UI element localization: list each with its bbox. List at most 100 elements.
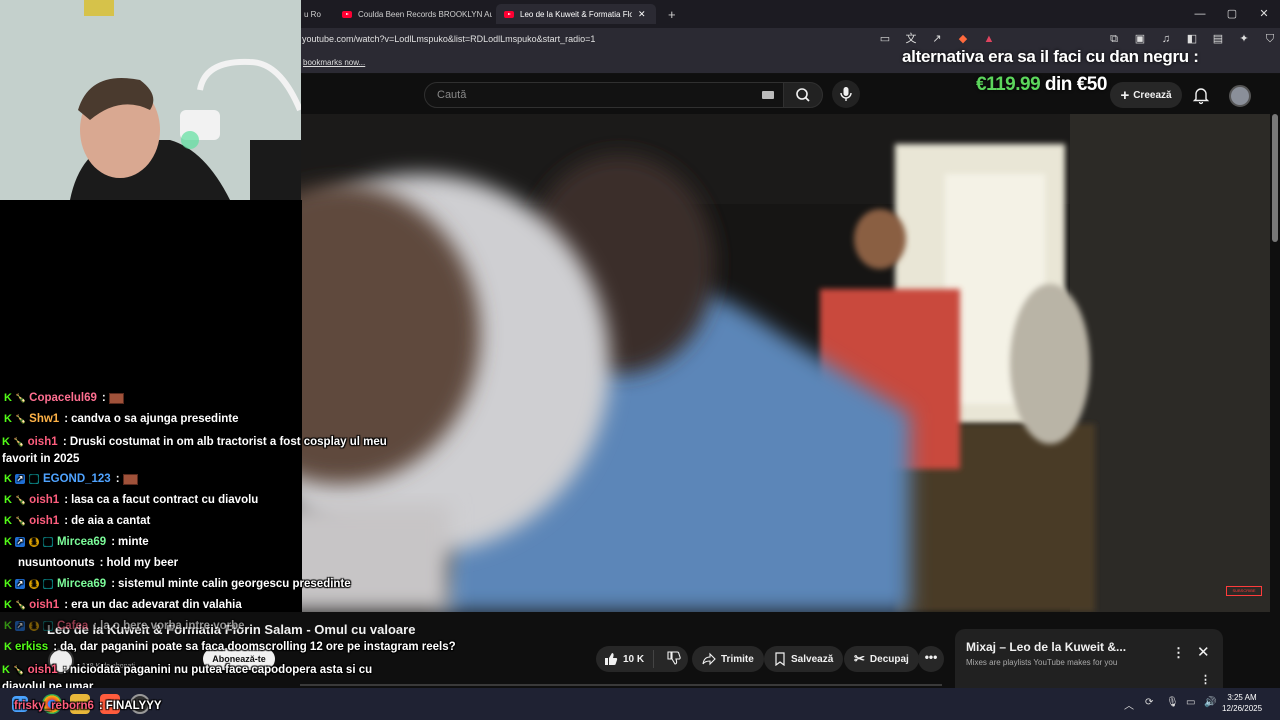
tab-leo-de-la-kuweit[interactable]: Leo de la Kuweit & Formatia Flori ✕ <box>496 4 656 24</box>
chat-text: de aia a cantat <box>71 515 151 527</box>
video-frame <box>190 114 1270 612</box>
emote-icon <box>108 392 124 404</box>
kick-badge-icon: K <box>2 664 10 676</box>
chat-message: K 🍾 oish1 : Druski costumat in om alb tr… <box>2 436 387 465</box>
tab-label: Leo de la Kuweit & Formatia Flori <box>520 9 632 19</box>
chat-text: da, dar paganini poate sa faca doomscrol… <box>60 641 456 653</box>
close-window-button[interactable]: ✕ <box>1248 0 1280 28</box>
chat-text: sistemul minte calin georgescu presedint… <box>118 578 351 590</box>
browser-toolbar: ⧉ ▣ ♫ ◧ ▤ ✦ ⛉ ≡ <box>1107 32 1280 46</box>
share-icon[interactable]: ↗ <box>930 32 944 46</box>
translate-icon[interactable]: 文 <box>904 32 918 46</box>
bookmark-icon <box>775 652 785 666</box>
taskbar <box>0 688 1280 720</box>
webcam-image <box>0 0 301 200</box>
bookmarks-import-link[interactable]: bookmarks now... <box>303 58 365 67</box>
keyboard-icon[interactable] <box>762 91 774 99</box>
badge-icon: 1 <box>28 579 39 589</box>
chat-username: oish1 <box>27 436 58 448</box>
mix-more-button[interactable]: ⋮ <box>1200 673 1211 686</box>
music-icon[interactable]: ♫ <box>1159 32 1173 46</box>
like-button[interactable]: 10 K <box>596 650 655 668</box>
clip-button[interactable]: ✂ Decupaj <box>844 646 919 672</box>
share-button[interactable]: Trimite <box>692 646 764 672</box>
badge-icon: 1 <box>28 537 39 547</box>
chat-message: K ↗ 1 ▦ Mircea69: sistemul minte calin geor… <box>4 578 351 590</box>
bottle-badge-icon: 🍾 <box>14 515 27 526</box>
chat-message: frisky_reborn6: FINALYYY <box>14 700 162 712</box>
badge-icon: ↗ <box>14 579 25 589</box>
chat-text: minte <box>118 536 149 548</box>
leo-ai-icon[interactable]: ✦ <box>1237 32 1251 46</box>
extensions-icon[interactable]: ⧉ <box>1107 32 1121 46</box>
mix-close-button[interactable]: ✕ <box>1197 643 1210 661</box>
bell-icon <box>1192 88 1210 105</box>
chat-text: candva o sa ajunga presedinte <box>71 413 239 425</box>
chevron-up-icon[interactable]: ︿ <box>1124 697 1134 712</box>
notifications-button[interactable] <box>1190 84 1212 111</box>
create-button[interactable]: + Creează <box>1110 82 1182 108</box>
kick-badge-icon: K <box>4 578 12 590</box>
sidebar-icon[interactable]: ◧ <box>1185 32 1199 46</box>
thumbs-up-icon <box>605 653 618 665</box>
minimize-button[interactable]: — <box>1184 0 1216 28</box>
chat-overlay-background <box>0 200 302 612</box>
tab-coulda-been-records[interactable]: Coulda Been Records BROOKLYN Au <box>334 4 492 24</box>
kick-badge-icon: K <box>4 599 12 611</box>
chat-message: K 🍾 oish1: de aia a cantat <box>4 515 151 527</box>
kick-badge-icon: K <box>4 413 12 425</box>
network-icon[interactable]: ▭ <box>1186 697 1195 708</box>
mix-title[interactable]: Mixaj – Leo de la Kuweit &... <box>966 640 1126 654</box>
page-scrollbar[interactable] <box>1272 114 1278 242</box>
chat-message: K 🍾 oish1: lasa ca a facut contract cu di… <box>4 494 259 506</box>
avatar[interactable] <box>1229 85 1251 107</box>
volume-icon[interactable]: 🔊 <box>1204 697 1216 708</box>
clock-time: 3:25 AM <box>1227 693 1257 702</box>
kick-badge-icon: K <box>2 436 10 448</box>
more-actions-button[interactable]: ••• <box>918 646 944 672</box>
vpn-icon[interactable]: ⛉ <box>1263 32 1277 46</box>
search-icon <box>796 88 810 102</box>
dislike-button[interactable] <box>659 650 689 668</box>
chat-username: oish1 <box>29 515 60 527</box>
window-controls: — ▢ ✕ <box>1184 0 1280 28</box>
chat-text: lasa ca a facut contract cu diavolu <box>71 494 259 506</box>
badge-icon: ▦ <box>42 621 53 631</box>
webcam-feed <box>0 0 301 200</box>
microphone-icon <box>840 87 852 101</box>
brave-shield-icon[interactable]: ◆ <box>956 32 970 46</box>
mix-menu-button[interactable]: ⋮ <box>1172 645 1185 661</box>
wallet2-icon[interactable]: ▤ <box>1211 32 1225 46</box>
kick-badge-icon: K <box>4 641 12 653</box>
tab-other[interactable]: u Ro <box>296 4 332 24</box>
search-button[interactable] <box>783 82 823 108</box>
bottle-badge-icon: 🍾 <box>14 494 27 505</box>
address-field[interactable]: youtube.com/watch?v=LodlLmspuko&list=RDL… <box>302 34 595 44</box>
maximize-button[interactable]: ▢ <box>1216 0 1248 28</box>
plus-icon: + <box>1120 86 1130 104</box>
rewards-icon[interactable]: ▲ <box>982 32 996 46</box>
save-button[interactable]: Salvează <box>764 646 844 672</box>
bottle-badge-icon: 🍾 <box>14 413 27 424</box>
badge-icon: ▦ <box>28 474 39 484</box>
kick-badge-icon: K <box>4 536 12 548</box>
chat-message: nusuntoonuts: hold my beer <box>18 557 179 569</box>
search-input[interactable]: Caută <box>424 82 784 108</box>
subscribe-watermark[interactable]: SUBSCRIBE <box>1226 586 1262 596</box>
chat-text: era un dac adevarat din valahia <box>71 599 242 611</box>
voice-search-button[interactable] <box>832 80 860 108</box>
mix-subtitle: Mixes are playlists YouTube makes for yo… <box>966 658 1118 667</box>
screen-icon[interactable]: ▭ <box>878 32 892 46</box>
new-tab-button[interactable]: + <box>660 4 684 24</box>
emote-icon <box>122 473 138 485</box>
sync-icon[interactable]: ⟳ <box>1145 697 1153 708</box>
badge-icon: ▦ <box>42 537 53 547</box>
video-player[interactable]: SUBSCRIBE <box>190 114 1270 612</box>
youtube-icon <box>504 10 514 18</box>
goal-current: €119.99 <box>976 74 1041 95</box>
tab-close-icon[interactable]: ✕ <box>638 9 646 20</box>
like-count: 10 K <box>623 653 645 665</box>
microphone-tray-icon[interactable]: 🎙 <box>1166 697 1179 708</box>
wallet-icon[interactable]: ▣ <box>1133 32 1147 46</box>
system-clock[interactable]: 3:25 AM 12/26/2025 <box>1222 692 1262 714</box>
